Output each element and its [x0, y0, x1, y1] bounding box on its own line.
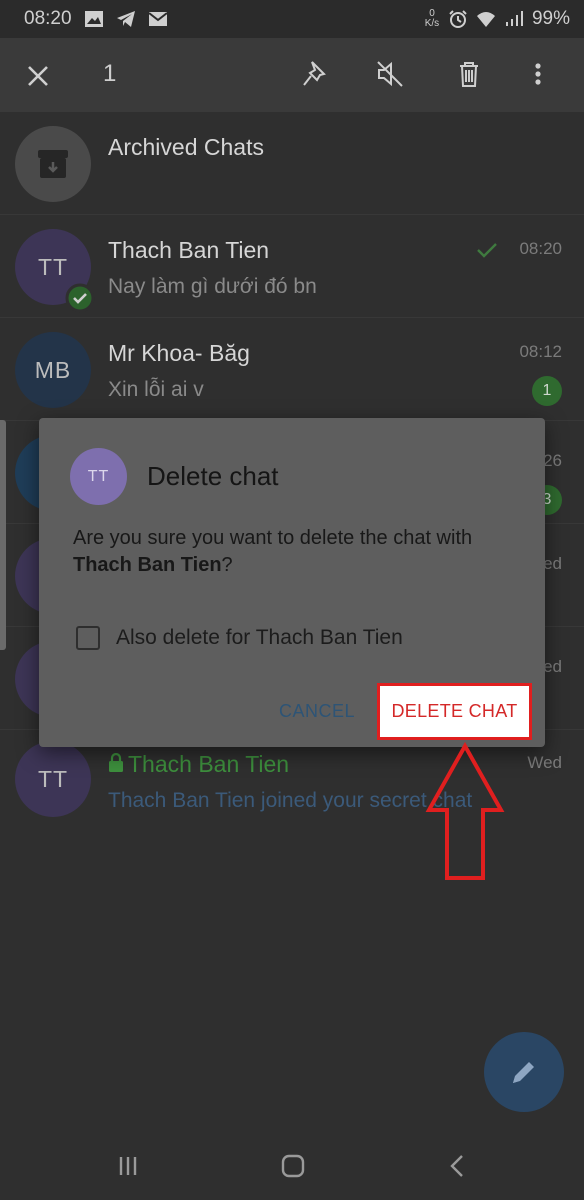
- chat-name: Thach Ban Tien: [128, 751, 290, 777]
- selected-check-icon: [65, 283, 95, 313]
- network-speed: 0 K/s: [424, 8, 440, 29]
- more-vert-icon[interactable]: [530, 58, 546, 90]
- chat-last-message: Nay làm gì dưới đó bn: [108, 275, 317, 298]
- wifi-icon: [476, 12, 495, 27]
- chat-last-message: Thach Ban Tien joined your secret chat: [108, 789, 473, 812]
- cancel-button[interactable]: CANCEL: [279, 701, 355, 722]
- chat-row-archived[interactable]: Archived Chats: [0, 112, 584, 215]
- navigation-bar: [0, 1130, 584, 1200]
- chat-time: ed: [543, 554, 562, 573]
- chat-last-message: Xin lỗi ai v: [108, 378, 204, 401]
- delete-chat-dialog: TT Delete chat Are you sure you want to …: [39, 418, 545, 747]
- avatar: TT: [15, 741, 91, 817]
- chat-name: Thach Ban Tien: [108, 237, 270, 263]
- avatar: MB: [15, 332, 91, 408]
- chat-time: 08:12: [519, 342, 562, 361]
- dialog-message: Are you sure you want to delete the chat…: [73, 527, 473, 576]
- gallery-icon: [84, 11, 103, 27]
- status-bar: 08:20 0 K/s 99%: [0, 0, 584, 38]
- selection-action-bar: 1: [0, 38, 584, 112]
- archive-icon: [38, 150, 68, 178]
- dialog-avatar: TT: [70, 448, 127, 505]
- compose-button[interactable]: [484, 1032, 564, 1112]
- battery-level: 99%: [531, 8, 570, 29]
- dialog-title: Delete chat: [147, 461, 279, 491]
- edge-panel-handle[interactable]: [0, 420, 6, 650]
- chat-time: ed: [543, 657, 562, 676]
- mute-icon[interactable]: [374, 58, 406, 90]
- unread-badge: 1: [532, 376, 562, 406]
- home-icon[interactable]: [281, 1154, 305, 1178]
- mail-icon: [147, 12, 168, 26]
- close-icon[interactable]: [24, 62, 52, 90]
- signal-icon: [505, 11, 523, 26]
- delete-chat-button[interactable]: DELETE CHAT: [377, 683, 532, 740]
- chat-row[interactable]: MB Mr Khoa- Băg Xin lỗi ai v 08:12 1: [0, 318, 584, 421]
- chat-time: 26: [543, 451, 562, 470]
- back-icon[interactable]: [446, 1154, 470, 1178]
- also-delete-checkbox[interactable]: [76, 626, 100, 650]
- recents-icon[interactable]: [116, 1154, 140, 1178]
- chat-name: Mr Khoa- Băg: [108, 340, 250, 366]
- chat-time: 08:20: [519, 239, 562, 258]
- trash-icon[interactable]: [453, 58, 485, 90]
- annotation-arrow-icon: [425, 742, 505, 880]
- status-time: 08:20: [24, 8, 72, 29]
- alarm-icon: [449, 10, 467, 28]
- lock-icon: [109, 753, 123, 772]
- telegram-icon: [116, 11, 135, 27]
- pencil-icon: [513, 1062, 534, 1083]
- avatar: [15, 126, 91, 202]
- chat-row[interactable]: TT Thach Ban Tien Nay làm gì dưới đó bn …: [0, 215, 584, 318]
- pin-icon[interactable]: [300, 58, 332, 90]
- sent-check-icon: [477, 243, 497, 258]
- selected-count: 1: [103, 60, 117, 87]
- also-delete-label[interactable]: Also delete for Thach Ban Tien: [116, 626, 403, 650]
- chat-name: Archived Chats: [108, 134, 264, 160]
- chat-time: Wed: [527, 753, 562, 772]
